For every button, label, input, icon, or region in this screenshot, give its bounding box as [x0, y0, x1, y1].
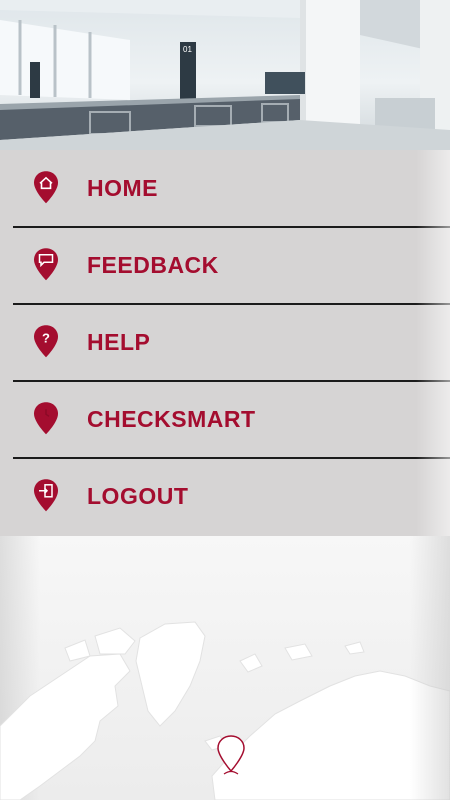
question-pin-icon: ?	[34, 324, 58, 357]
hero-airport-image: 01	[0, 0, 450, 150]
menu-item-label: HOME	[87, 175, 158, 201]
home-pin-icon	[34, 170, 58, 203]
svg-text:01: 01	[183, 45, 192, 54]
logout-pin-icon	[34, 478, 58, 511]
speech-bubble-pin-icon	[34, 247, 58, 280]
svg-text:?: ?	[42, 330, 50, 345]
clock-pin-icon	[34, 401, 58, 434]
menu-item-logout[interactable]: LOGOUT	[0, 458, 450, 535]
menu-item-label: FEEDBACK	[87, 252, 219, 278]
menu-item-label: HELP	[87, 329, 151, 355]
menu-item-label: LOGOUT	[87, 483, 189, 509]
menu-item-help[interactable]: ? HELP	[0, 304, 450, 381]
world-map	[0, 536, 450, 800]
menu-item-label: CHECKSMART	[87, 406, 256, 432]
menu-item-feedback[interactable]: FEEDBACK	[0, 227, 450, 304]
menu-item-checksmart[interactable]: CHECKSMART	[0, 381, 450, 458]
side-menu: HOME FEEDBACK ? HELP CHECKSMART LOGOUT	[0, 150, 450, 536]
menu-item-home[interactable]: HOME	[0, 150, 450, 227]
